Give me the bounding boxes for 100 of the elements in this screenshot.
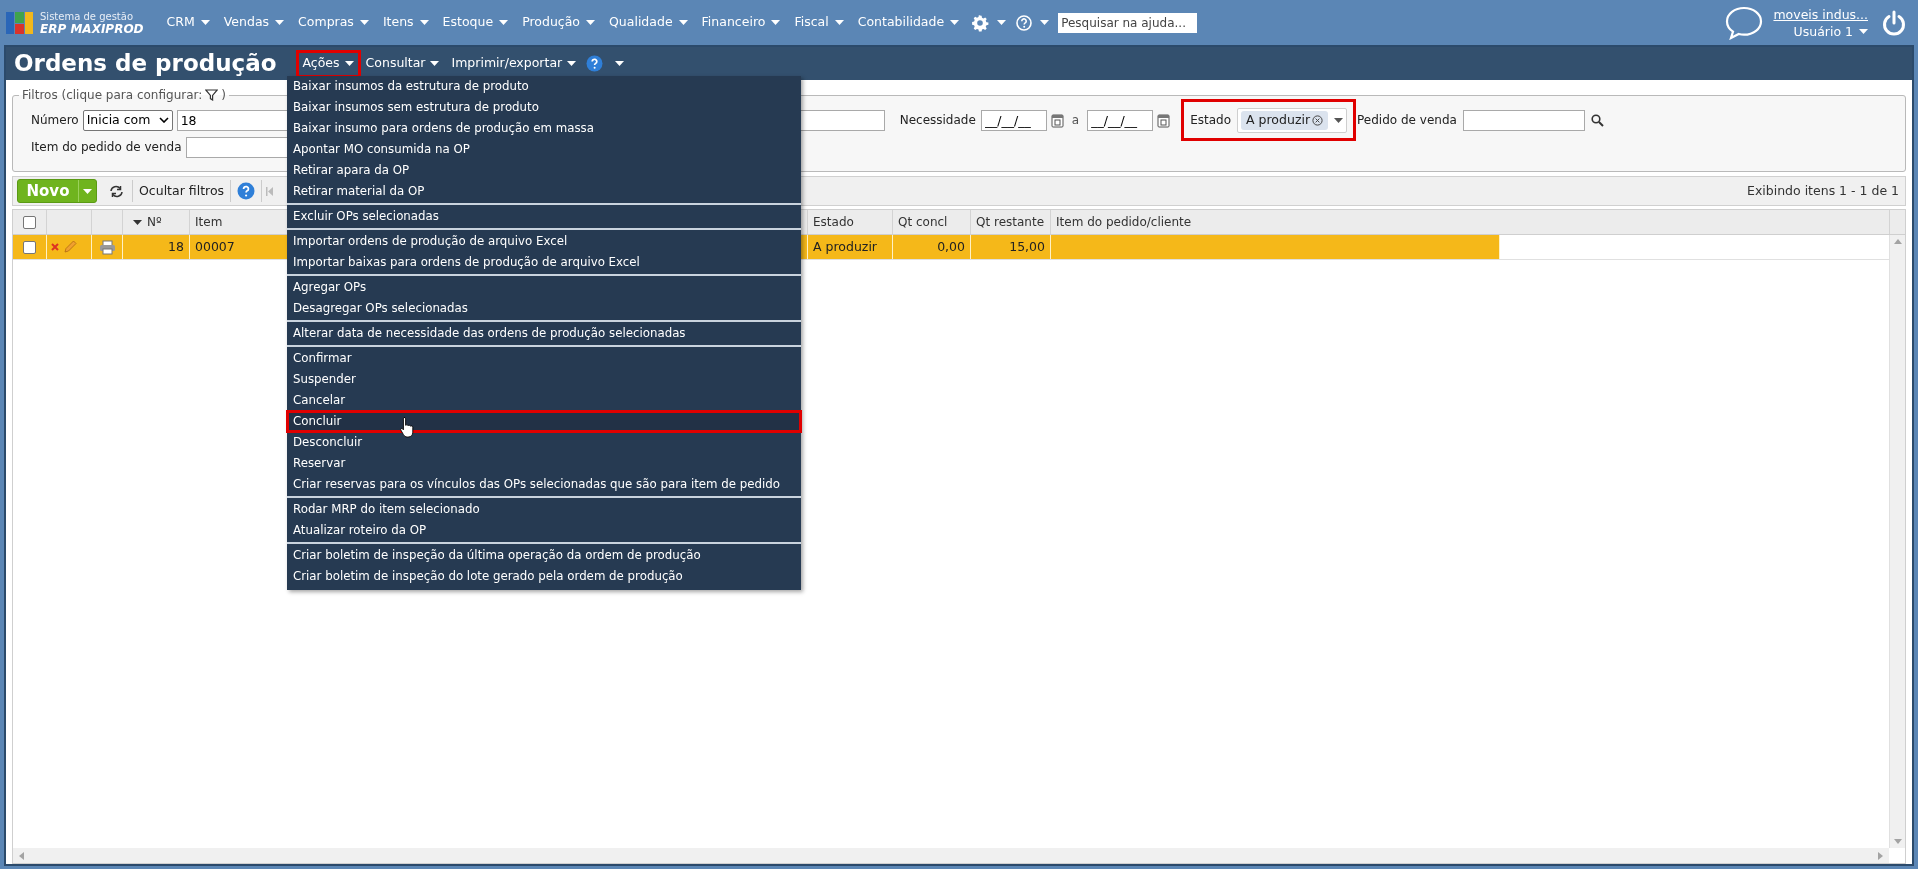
date-field[interactable]: __/__/__ <box>1087 109 1154 131</box>
sort-descending-icon <box>133 219 142 225</box>
menu-item[interactable]: Cancelar <box>287 390 801 411</box>
menu-item[interactable]: Desagregar OPs selecionadas <box>287 298 801 319</box>
nav-menu[interactable]: Itens <box>375 7 436 38</box>
table-cell: 18 <box>123 235 190 259</box>
menu-item[interactable]: Agregar OPs <box>287 277 801 298</box>
field-label: Número <box>31 112 79 129</box>
menu-item[interactable]: Criar reservas para os vínculos das OPs selecionadas que são para item de pedido <box>287 474 801 495</box>
power-button[interactable] <box>1882 9 1906 36</box>
toolbar-menu[interactable]: Imprimir/exportar <box>447 52 581 75</box>
menu-item[interactable]: Excluir OPs selecionadas <box>287 206 801 227</box>
select-all-checkbox[interactable] <box>23 215 36 229</box>
help-search-field[interactable]: Pesquisar na ajuda... <box>1058 12 1198 33</box>
field-label: Item do pedido de venda <box>31 139 182 156</box>
caret-icon <box>83 188 92 194</box>
table-cell: A produzir <box>808 235 893 259</box>
menu-item[interactable]: Retirar apara da OP <box>287 160 801 181</box>
caret-icon <box>567 61 577 66</box>
state-select[interactable]: A produzir <box>1237 107 1348 133</box>
column-header[interactable]: Estado <box>808 210 893 234</box>
toolbar-menu[interactable]: Consultar <box>361 52 444 75</box>
selected-state-tag: A produzir <box>1241 110 1329 130</box>
menu-item[interactable]: Criar boletim de inspeção do lote gerado pela ordem de produção <box>287 566 801 587</box>
help-button[interactable] <box>586 55 604 72</box>
menu-item[interactable]: Desconcluir <box>287 432 801 453</box>
mode-select[interactable]: Inicia com <box>82 109 173 131</box>
menu-item[interactable]: Suspender <box>287 369 801 390</box>
field-label: Estado <box>1190 112 1232 129</box>
menu-item[interactable]: Alterar data de necessidade das ordens de produção selecionadas <box>287 323 801 344</box>
nav-menu[interactable]: Compras <box>291 7 376 38</box>
caret-icon <box>586 20 595 25</box>
calendar-icon <box>1050 112 1064 128</box>
chat-bubble-icon <box>1725 5 1764 40</box>
caret-icon <box>950 20 960 25</box>
help-icon <box>586 55 604 72</box>
menu-item[interactable]: Atualizar roteiro da OP <box>287 520 801 541</box>
toolbar-menu[interactable]: Ações <box>298 52 358 75</box>
nav-menu[interactable]: Contabilidade <box>850 7 967 38</box>
hide-filters-button[interactable]: Ocultar filtros <box>133 181 231 201</box>
nav-menu[interactable]: Qualidade <box>602 7 695 38</box>
caret-icon <box>499 20 509 25</box>
refresh-button[interactable] <box>107 184 126 198</box>
nav-menu[interactable]: Estoque <box>435 7 516 38</box>
row-checkbox[interactable] <box>23 240 36 254</box>
close-icon <box>51 243 59 251</box>
column-header[interactable]: Nº <box>123 210 190 234</box>
chevron-icon <box>158 117 169 123</box>
caret-icon <box>771 20 781 25</box>
delete-button[interactable] <box>51 243 59 251</box>
help-button[interactable] <box>237 182 256 200</box>
vertical-scrollbar[interactable] <box>1889 235 1905 848</box>
nav-menu[interactable]: Financeiro <box>694 7 788 38</box>
caret-icon <box>1040 20 1050 25</box>
menu-item[interactable]: Confirmar <box>287 348 801 369</box>
field-label: Necessidade <box>899 112 976 129</box>
caret-icon <box>997 20 1007 25</box>
menu-item[interactable]: Retirar material da OP <box>287 181 801 202</box>
page-title: Ordens de produção <box>14 49 277 79</box>
scroll-down-icon <box>1893 839 1902 844</box>
scroll-up-icon <box>1893 239 1902 244</box>
text-field[interactable] <box>1462 109 1585 131</box>
caret-icon <box>419 20 429 25</box>
scroll-left-icon <box>19 851 24 860</box>
search-icon <box>1590 113 1604 127</box>
hand-cursor-icon <box>400 416 416 438</box>
column-header[interactable]: Item do pedido/cliente <box>1051 210 1890 234</box>
filter-legend[interactable]: Filtros (clique para configurar: <box>22 86 203 104</box>
table-cell: 15,00 <box>971 235 1051 259</box>
menu-item[interactable]: Reservar <box>287 453 801 474</box>
nav-menu[interactable]: Fiscal <box>787 7 851 38</box>
nav-menu[interactable]: Produção <box>515 7 602 38</box>
user-menu[interactable]: Usuário 1 <box>1793 22 1868 40</box>
logo-wordmark: ERP MAXIPROD <box>40 22 144 35</box>
nav-menu[interactable]: CRM <box>159 7 217 38</box>
printer-icon <box>98 239 116 255</box>
caret-icon <box>678 20 688 25</box>
field-label: Pedido de venda <box>1357 112 1457 129</box>
menu-item[interactable]: Criar boletim de inspeção da última operação da ordem de produção <box>287 545 801 566</box>
print-button[interactable] <box>98 239 116 255</box>
nav-menu[interactable]: Vendas <box>216 7 292 38</box>
refresh-icon <box>109 184 124 198</box>
menu-item[interactable]: Apontar MO consumida na OP <box>287 139 801 160</box>
range-separator: a <box>1071 112 1080 129</box>
column-header[interactable]: Qt concl <box>893 210 971 234</box>
company-link[interactable]: moveis indus... <box>1773 5 1868 23</box>
menu-item[interactable]: Baixar insumos da estrutura de produto <box>287 76 801 97</box>
caret-icon <box>430 61 440 66</box>
caret-icon <box>359 20 369 25</box>
horizontal-scrollbar[interactable] <box>13 848 1889 863</box>
table-cell: 0,00 <box>893 235 971 259</box>
caret-icon <box>1334 117 1344 123</box>
filter-legend-end: ) <box>221 87 226 104</box>
column-header[interactable]: Qt restante <box>971 210 1051 234</box>
first-page-icon <box>266 186 275 196</box>
scroll-right-icon <box>1878 851 1883 860</box>
caret-icon <box>834 20 844 25</box>
menu-item[interactable]: Rodar MRP do item selecionado <box>287 499 801 520</box>
caret-icon <box>1859 28 1868 34</box>
date-field[interactable]: __/__/__ <box>980 109 1047 131</box>
